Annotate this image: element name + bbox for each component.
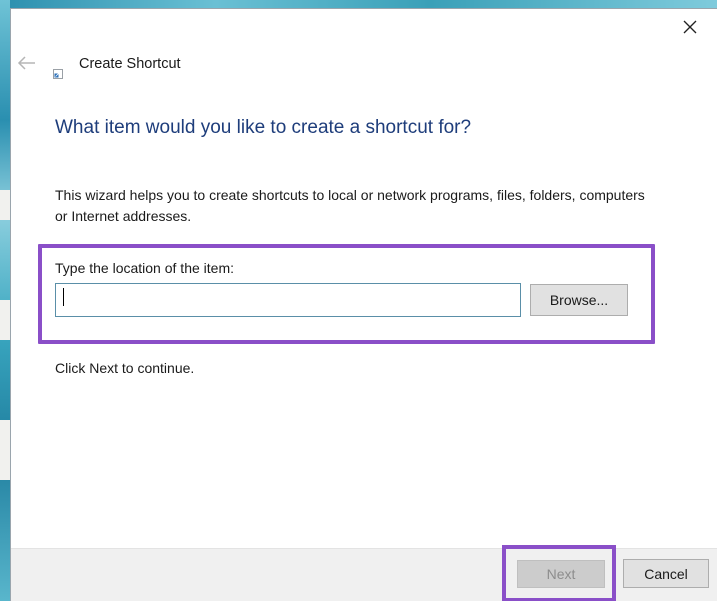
window-title: Create Shortcut — [79, 56, 181, 72]
close-button[interactable] — [675, 15, 705, 39]
back-arrow-icon[interactable] — [15, 53, 39, 73]
location-input[interactable] — [55, 283, 521, 317]
next-button[interactable]: Next — [517, 560, 605, 588]
desktop-background-top — [0, 0, 717, 8]
location-label: Type the location of the item: — [55, 260, 234, 276]
shortcut-icon — [53, 64, 63, 79]
cancel-button[interactable]: Cancel — [623, 559, 709, 588]
page-heading: What item would you like to create a sho… — [55, 117, 472, 138]
wizard-description: This wizard helps you to create shortcut… — [55, 187, 645, 224]
close-icon — [683, 20, 697, 34]
create-shortcut-dialog: Create Shortcut What item would you like… — [10, 8, 717, 601]
continue-instruction: Click Next to continue. — [55, 360, 195, 376]
browse-button[interactable]: Browse... — [530, 284, 628, 316]
text-caret — [63, 288, 64, 306]
desktop-background-left — [0, 0, 10, 601]
